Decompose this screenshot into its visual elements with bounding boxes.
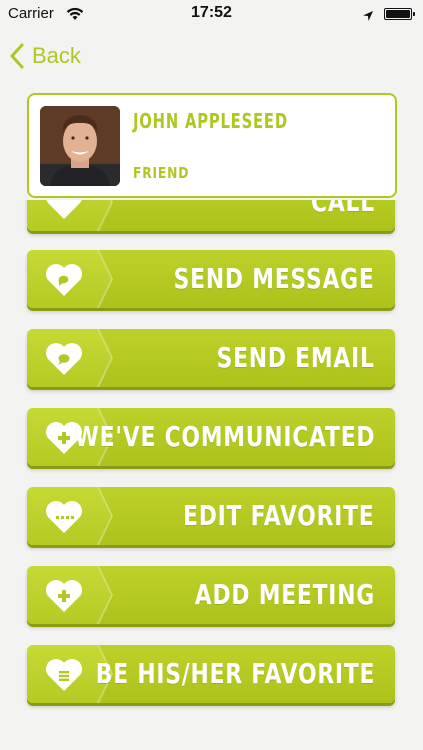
back-label: Back bbox=[32, 43, 81, 68]
send-message-button[interactable]: SEND MESSAGE bbox=[27, 250, 395, 308]
status-bar: Carrier 17:52 bbox=[0, 0, 423, 28]
list-heart-icon bbox=[44, 658, 84, 692]
contact-name: JOHN APPLESEED bbox=[133, 109, 288, 133]
contact-card: JOHN APPLESEED FRIEND bbox=[27, 93, 397, 198]
be-favorite-label: BE HIS/HER FAVORITE bbox=[95, 657, 375, 690]
action-list: CALL SEND MESSAGE SEND EMAIL WE'VE COMMU… bbox=[0, 200, 423, 750]
edit-favorite-button[interactable]: EDIT FAVORITE bbox=[27, 487, 395, 545]
communicated-button[interactable]: WE'VE COMMUNICATED bbox=[27, 408, 395, 466]
call-button[interactable]: CALL bbox=[27, 200, 395, 231]
edit-favorite-label: EDIT FAVORITE bbox=[183, 499, 375, 532]
phone-heart-icon bbox=[44, 200, 84, 220]
contact-relation: FRIEND bbox=[133, 164, 190, 182]
clock: 17:52 bbox=[191, 4, 232, 21]
communicated-label: WE'VE COMMUNICATED bbox=[74, 420, 375, 453]
email-heart-icon bbox=[44, 342, 84, 376]
plus-heart-icon bbox=[44, 579, 84, 613]
send-email-button[interactable]: SEND EMAIL bbox=[27, 329, 395, 387]
add-meeting-button[interactable]: ADD MEETING bbox=[27, 566, 395, 624]
chevron-left-icon bbox=[10, 43, 24, 69]
back-button[interactable]: Back bbox=[10, 40, 81, 72]
send-message-label: SEND MESSAGE bbox=[174, 262, 375, 295]
call-label: CALL bbox=[311, 200, 375, 218]
send-email-label: SEND EMAIL bbox=[216, 341, 375, 374]
location-arrow-icon bbox=[362, 7, 374, 26]
be-favorite-button[interactable]: BE HIS/HER FAVORITE bbox=[27, 645, 395, 703]
add-meeting-label: ADD MEETING bbox=[194, 578, 375, 611]
battery-icon bbox=[384, 8, 415, 20]
dots-heart-icon bbox=[44, 500, 84, 534]
avatar bbox=[40, 106, 120, 186]
message-heart-icon bbox=[44, 263, 84, 297]
